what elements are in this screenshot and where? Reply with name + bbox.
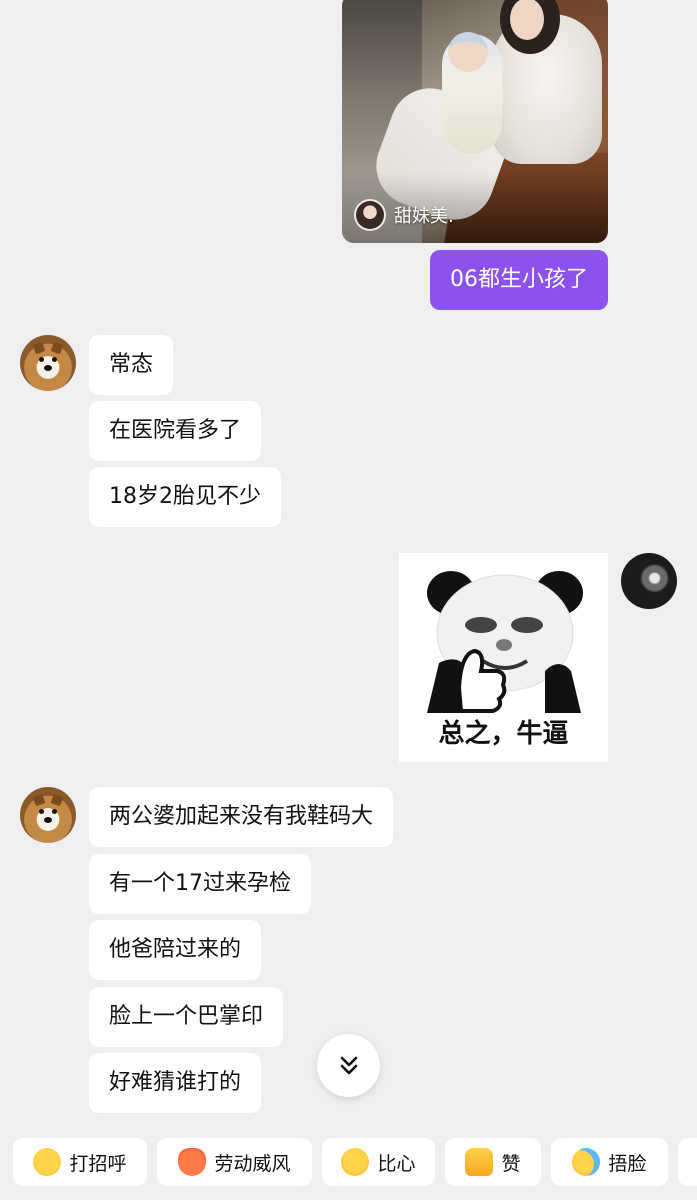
received-message-bubble[interactable]: 有一个17过来孕检 bbox=[89, 854, 311, 914]
avatar-eye bbox=[52, 357, 57, 362]
quick-reply-label: 比心 bbox=[377, 1152, 416, 1175]
double-chevron-down-icon bbox=[340, 1056, 357, 1074]
quick-reply-chip[interactable]: 打招呼 bbox=[13, 1138, 147, 1186]
quick-reply-chip[interactable]: 捂脸 bbox=[551, 1138, 668, 1186]
received-message-bubble[interactable]: 常态 bbox=[89, 335, 174, 395]
quick-reply-chip-partial[interactable] bbox=[678, 1138, 697, 1186]
received-message-bubble[interactable]: 脸上一个巴掌印 bbox=[89, 987, 284, 1047]
sticker-caption: 总之，牛逼 bbox=[438, 719, 569, 749]
received-message-bubble[interactable]: 好难猜谁打的 bbox=[89, 1053, 262, 1113]
quick-reply-chip[interactable]: 劳动威风 bbox=[157, 1138, 312, 1186]
facepalm-laugh-icon bbox=[572, 1148, 601, 1176]
thumbs-up-icon bbox=[465, 1148, 494, 1176]
contact-avatar[interactable] bbox=[20, 787, 76, 843]
author-avatar[interactable] bbox=[354, 199, 386, 231]
shared-photo-card[interactable]: 甜妹美. bbox=[342, 0, 608, 243]
author-name: 甜妹美. bbox=[394, 206, 454, 227]
photo-baby-head bbox=[448, 32, 488, 72]
received-message-bubble[interactable]: 在医院看多了 bbox=[89, 401, 262, 461]
panda-meme-sticker[interactable]: 总之，牛逼 bbox=[399, 553, 608, 762]
sent-message-bubble[interactable]: 06都生小孩了 bbox=[430, 250, 608, 310]
quick-reply-label: 捂脸 bbox=[608, 1152, 647, 1175]
avatar-eye bbox=[39, 809, 44, 814]
avatar-nose bbox=[44, 365, 52, 371]
contact-avatar[interactable] bbox=[20, 335, 76, 391]
photo-face bbox=[510, 0, 544, 40]
smiling-face-icon bbox=[33, 1148, 62, 1176]
received-message-bubble[interactable]: 两公婆加起来没有我鞋码大 bbox=[89, 787, 394, 847]
heart-hands-icon bbox=[341, 1148, 370, 1176]
quick-reply-label: 赞 bbox=[501, 1152, 521, 1175]
shared-post-author[interactable]: 甜妹美. bbox=[354, 199, 454, 231]
avatar-eye bbox=[52, 809, 57, 814]
scroll-to-bottom-button[interactable] bbox=[317, 1034, 380, 1097]
avatar-eye bbox=[39, 357, 44, 362]
quick-reply-chip[interactable]: 赞 bbox=[445, 1138, 541, 1186]
quick-reply-label: 劳动威风 bbox=[214, 1152, 291, 1175]
quick-reply-label: 打招呼 bbox=[69, 1152, 127, 1175]
quick-reply-bar: 打招呼 劳动威风 比心 赞 捂脸 bbox=[0, 1138, 697, 1188]
crab-icon bbox=[178, 1148, 207, 1176]
quick-reply-chip[interactable]: 比心 bbox=[322, 1138, 435, 1186]
avatar-nose bbox=[44, 817, 52, 823]
received-message-bubble[interactable]: 18岁2胎见不少 bbox=[89, 467, 281, 527]
my-avatar[interactable] bbox=[621, 553, 677, 609]
received-message-bubble[interactable]: 他爸陪过来的 bbox=[89, 920, 262, 980]
